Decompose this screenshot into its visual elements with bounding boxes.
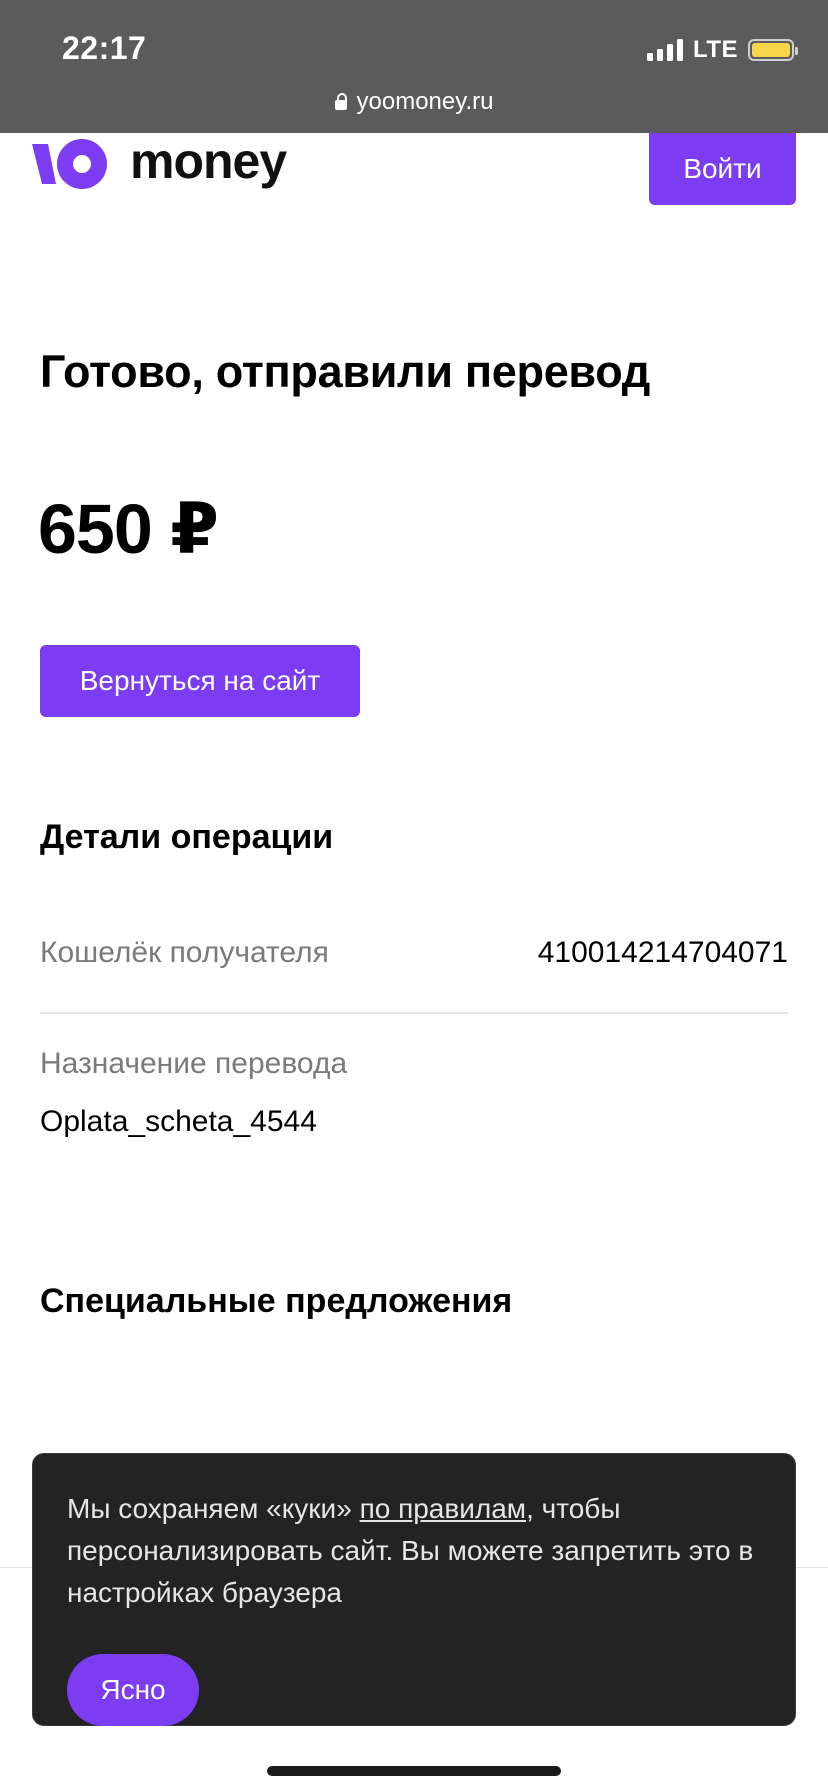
wallet-detail-row: Кошелёк получателя 410014214704071 xyxy=(40,936,788,1014)
details-section-title: Детали операции xyxy=(40,818,334,856)
site-logo[interactable]: money xyxy=(32,133,287,192)
cookie-banner: Мы сохраняем «куки» по правилам, чтобы п… xyxy=(32,1453,796,1726)
network-type: LTE xyxy=(692,36,738,63)
page-title: Готово, отправили перевод xyxy=(40,346,651,397)
yoomoney-logo-icon xyxy=(32,139,107,189)
signal-icon xyxy=(646,39,683,61)
url-bar[interactable]: yoomoney.ru xyxy=(0,88,828,116)
special-offers-title: Специальные предложения xyxy=(40,1282,513,1320)
url-text: yoomoney.ru xyxy=(356,88,494,115)
purpose-value: Oplata_scheta_4544 xyxy=(40,1105,317,1138)
cookie-text: Мы сохраняем «куки» по правилам, чтобы п… xyxy=(67,1488,767,1614)
transfer-amount: 650 ₽ xyxy=(38,490,219,568)
wallet-value: 410014214704071 xyxy=(537,936,788,969)
cookie-rules-link[interactable]: по правилам xyxy=(360,1493,527,1524)
purpose-detail-row: Назначение перевода Oplata_scheta_4544 xyxy=(40,1047,788,1139)
login-button[interactable]: Войти xyxy=(649,133,796,205)
cookie-accept-button[interactable]: Ясно xyxy=(67,1654,199,1726)
browser-top-bar: 22:17 LTE yoomoney.ru xyxy=(0,0,828,133)
back-to-site-button[interactable]: Вернуться на сайт xyxy=(40,645,360,717)
lock-icon xyxy=(334,93,347,110)
status-time: 22:17 xyxy=(62,30,147,66)
logo-text: money xyxy=(130,133,287,189)
status-indicators: LTE xyxy=(646,36,798,64)
battery-icon xyxy=(748,39,798,61)
home-indicator[interactable] xyxy=(267,1766,561,1776)
purpose-label: Назначение перевода xyxy=(40,1047,348,1080)
cookie-text-before: Мы сохраняем «куки» xyxy=(67,1493,360,1524)
wallet-label: Кошелёк получателя xyxy=(40,936,329,969)
